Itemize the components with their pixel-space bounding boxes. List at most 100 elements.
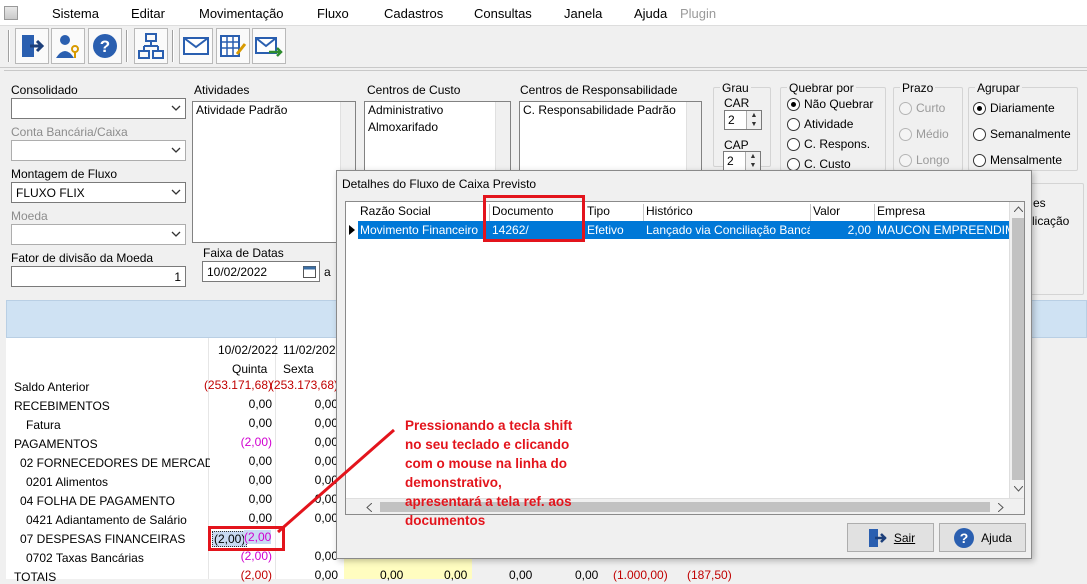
cap-spinner[interactable]: 2 ▲ ▼ (723, 151, 761, 171)
scrollbar[interactable] (495, 102, 510, 170)
col-header-historico[interactable]: Histórico (646, 204, 693, 218)
vertical-scrollbar[interactable] (1009, 202, 1024, 498)
cell-tipo: Efetivo (587, 223, 624, 237)
details-row-selected[interactable]: Movimento Financeiro 14262/ Efetivo Lanç… (358, 221, 1010, 239)
help-button[interactable]: ? (88, 28, 122, 64)
org-chart-button[interactable] (134, 28, 168, 64)
grid-cell[interactable]: 0,00 (444, 568, 467, 582)
scrollbar[interactable] (686, 102, 701, 170)
menu-janela[interactable]: Janela (564, 6, 602, 21)
radio-diariamente[interactable]: Diariamente (973, 101, 1055, 115)
grid-cell[interactable]: 0,00 (315, 549, 338, 563)
faixa-inicio-input[interactable]: 10/02/2022 (202, 261, 320, 282)
grid-cell[interactable]: 0,00 (315, 568, 338, 582)
grid-row-label[interactable]: 0421 Adiantamento de Salário (26, 513, 187, 527)
menu-fluxo[interactable]: Fluxo (317, 6, 349, 21)
menu-consultas[interactable]: Consultas (474, 6, 532, 21)
grid-cell[interactable]: (253.171,68) (204, 378, 272, 392)
grid-row-label[interactable]: 04 FOLHA DE PAGAMENTO (20, 494, 175, 508)
scroll-right-icon[interactable] (998, 503, 1004, 512)
spin-up-icon[interactable]: ▲ (746, 152, 760, 161)
grid-row-label[interactable]: Saldo Anterior (14, 380, 89, 394)
grid-cell[interactable]: (1.000,00) (613, 568, 668, 582)
list-item[interactable]: C. Responsabilidade Padrão (520, 102, 701, 119)
users-button[interactable] (51, 28, 85, 64)
spin-down-icon[interactable]: ▼ (747, 120, 761, 129)
grid-row-label[interactable]: 07 DESPESAS FINANCEIRAS (20, 532, 185, 546)
radio-mensalmente[interactable]: Mensalmente (973, 153, 1062, 167)
mail-button[interactable] (179, 28, 213, 64)
grid-cell[interactable]: (2,00) (241, 435, 272, 449)
grid-row-label[interactable]: PAGAMENTOS (14, 437, 98, 451)
menu-cadastros[interactable]: Cadastros (384, 6, 443, 21)
centros-resp-list[interactable]: C. Responsabilidade Padrão (519, 101, 702, 171)
montagem-combo[interactable]: FLUXO FLIX (11, 182, 186, 203)
grid-cell[interactable]: 0,00 (509, 568, 532, 582)
col-header-tipo[interactable]: Tipo (587, 204, 610, 218)
grid-cell[interactable]: (187,50) (687, 568, 732, 582)
fator-label: Fator de divisão da Moeda (11, 251, 154, 265)
grid-cell[interactable]: (2,00) (241, 568, 272, 582)
toolbar-separator (126, 30, 128, 62)
calendar-icon[interactable] (303, 265, 316, 278)
col-header-empresa[interactable]: Empresa (877, 204, 925, 218)
exit-button[interactable] (15, 28, 49, 64)
car-spinner[interactable]: 2 ▲ ▼ (724, 110, 762, 130)
moeda-combo[interactable] (11, 224, 186, 245)
scroll-up-icon[interactable] (1014, 206, 1023, 212)
menu-sistema[interactable]: Sistema (52, 6, 99, 21)
consolidado-combo[interactable] (11, 98, 186, 119)
list-item[interactable]: Almoxarifado (365, 119, 510, 136)
radio-c-custo[interactable]: C. Custo (787, 157, 851, 171)
grid-row-label[interactable]: 0201 Alimentos (26, 475, 108, 489)
grid-cell[interactable]: 0,00 (249, 492, 272, 506)
ajuda-button[interactable]: ? Ajuda (939, 523, 1026, 552)
radio-medio[interactable]: Médio (899, 127, 949, 141)
moeda-label: Moeda (11, 209, 48, 223)
grid-cell[interactable]: 0,00 (249, 416, 272, 430)
sair-button[interactable]: Sair (847, 523, 934, 552)
grid-cell[interactable]: 0,00 (380, 568, 403, 582)
radio-c-respons[interactable]: C. Respons. (787, 137, 870, 151)
system-menu-icon[interactable] (4, 6, 18, 20)
fator-input[interactable]: 1 (11, 266, 186, 287)
edit-sheet-button[interactable] (216, 28, 250, 64)
grid-row-label[interactable]: 02 FORNECEDORES DE MERCADORIA (20, 456, 210, 470)
grid-cell[interactable]: (253.173,68) (270, 378, 338, 392)
send-mail-button[interactable] (252, 28, 286, 64)
chevron-down-icon (171, 105, 181, 111)
radio-semanalmente[interactable]: Semanalmente (973, 127, 1071, 141)
scroll-thumb[interactable] (1012, 218, 1024, 480)
list-item[interactable]: Administrativo (365, 102, 510, 119)
grid-row-label[interactable]: 0702 Taxas Bancárias (26, 551, 144, 565)
scroll-down-icon[interactable] (1014, 486, 1023, 492)
col-header-razao[interactable]: Razão Social (360, 204, 431, 218)
chevron-down-icon (171, 189, 181, 195)
grid-cell[interactable]: 0,00 (249, 454, 272, 468)
menu-editar[interactable]: Editar (131, 6, 165, 21)
col-header-valor[interactable]: Valor (813, 204, 840, 218)
spin-up-icon[interactable]: ▲ (747, 111, 761, 120)
menu-movimentacao[interactable]: Movimentação (199, 6, 284, 21)
grid-cell[interactable]: 0,00 (249, 397, 272, 411)
grid-cell[interactable]: 0,00 (315, 397, 338, 411)
grid-cell[interactable]: (2,00) (241, 549, 272, 563)
consolidado-label: Consolidado (11, 83, 78, 97)
grid-row-label[interactable]: Fatura (26, 418, 61, 432)
conta-combo[interactable] (11, 140, 186, 161)
radio-nao-quebrar[interactable]: Não Quebrar (787, 97, 873, 111)
menu-ajuda[interactable]: Ajuda (634, 6, 667, 21)
grid-row-label[interactable]: RECEBIMENTOS (14, 399, 110, 413)
radio-curto[interactable]: Curto (899, 101, 945, 115)
centros-custo-list[interactable]: Administrativo Almoxarifado (364, 101, 511, 171)
highlight-documento (483, 195, 585, 242)
radio-atividade[interactable]: Atividade (787, 117, 853, 131)
atividades-list[interactable]: Atividade Padrão (192, 101, 356, 243)
radio-longo[interactable]: Longo (899, 153, 949, 167)
list-item[interactable]: Atividade Padrão (193, 102, 355, 119)
grid-cell[interactable]: 0,00 (575, 568, 598, 582)
grid-cell[interactable]: 0,00 (249, 473, 272, 487)
spin-down-icon[interactable]: ▼ (746, 161, 760, 170)
grid-row-label[interactable]: TOTAIS (14, 570, 56, 584)
grid-cell[interactable]: 0,00 (249, 511, 272, 525)
